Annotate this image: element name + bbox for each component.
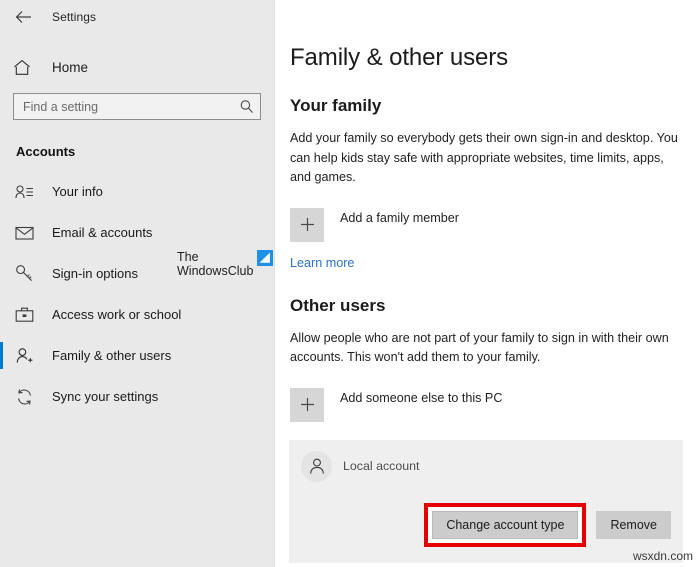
add-someone-else-button[interactable]: Add someone else to this PC [290,388,700,422]
watermark: wsxdn.com [633,549,693,563]
change-account-type-button[interactable]: Change account type [432,511,578,539]
account-type-label: Local account [343,459,419,473]
sidebar-item-home-label: Home [52,60,88,75]
learn-more-link[interactable]: Learn more [290,256,354,270]
add-family-member-button[interactable]: Add a family member [290,208,700,242]
sidebar-item-your-info-label: Your info [52,184,103,199]
account-action-buttons: Change account type Remove [301,503,671,547]
settings-window: Settings Home Accounts [0,0,700,567]
add-family-member-label: Add a family member [340,208,459,225]
sidebar-item-sync-your-settings-label: Sync your settings [52,389,158,404]
sidebar-item-access-work-school-label: Access work or school [52,307,181,322]
account-info: Local account [343,457,419,475]
sidebar-item-access-work-school[interactable]: Access work or school [0,294,274,335]
sidebar-item-sign-in-options-label: Sign-in options [52,266,138,281]
sidebar-item-email-accounts[interactable]: Email & accounts [0,212,274,253]
windowsclub-logo-icon [257,250,273,266]
your-family-description: Add your family so everybody gets their … [290,129,678,188]
remove-button[interactable]: Remove [596,511,671,539]
key-icon [13,263,35,285]
sidebar-item-email-accounts-label: Email & accounts [52,225,152,240]
person-add-icon [13,345,35,367]
sidebar-item-family-other-users-label: Family & other users [52,348,171,363]
windowsclub-logo-line2: WindowsClub [177,264,273,278]
avatar [301,451,332,482]
briefcase-icon [13,304,35,326]
other-users-description: Allow people who are not part of your fa… [290,329,678,368]
plus-icon [290,208,324,242]
sync-icon [13,386,35,408]
back-arrow-icon[interactable] [12,6,34,28]
main-content: Family & other users Your family Add you… [275,0,700,567]
sidebar-item-sync-your-settings[interactable]: Sync your settings [0,376,274,417]
search-box[interactable] [13,93,261,120]
windowsclub-logo: The WindowsClub [177,250,273,278]
account-row[interactable]: Local account [301,451,671,482]
sidebar-item-family-other-users[interactable]: Family & other users [0,335,274,376]
sidebar-item-your-info[interactable]: Your info [0,171,274,212]
sidebar-nav: Your info Email & accounts [0,171,274,417]
person-info-icon [13,181,35,203]
local-account-card[interactable]: Local account Change account type Remove [289,440,683,563]
app-title: Settings [52,10,96,24]
sidebar-item-home[interactable]: Home [0,52,274,82]
sidebar: Settings Home Accounts [0,0,275,567]
highlight-annotation-box: Change account type [424,503,586,547]
plus-icon [290,388,324,422]
sidebar-section-label: Accounts [16,144,274,159]
your-family-heading: Your family [290,96,700,116]
home-icon [13,59,35,76]
page-title: Family & other users [290,44,700,72]
search-icon[interactable] [239,99,254,114]
envelope-icon [13,222,35,244]
title-bar: Settings [0,0,274,34]
add-someone-else-label: Add someone else to this PC [340,388,502,405]
other-users-heading: Other users [290,296,700,316]
search-input[interactable] [23,100,239,114]
